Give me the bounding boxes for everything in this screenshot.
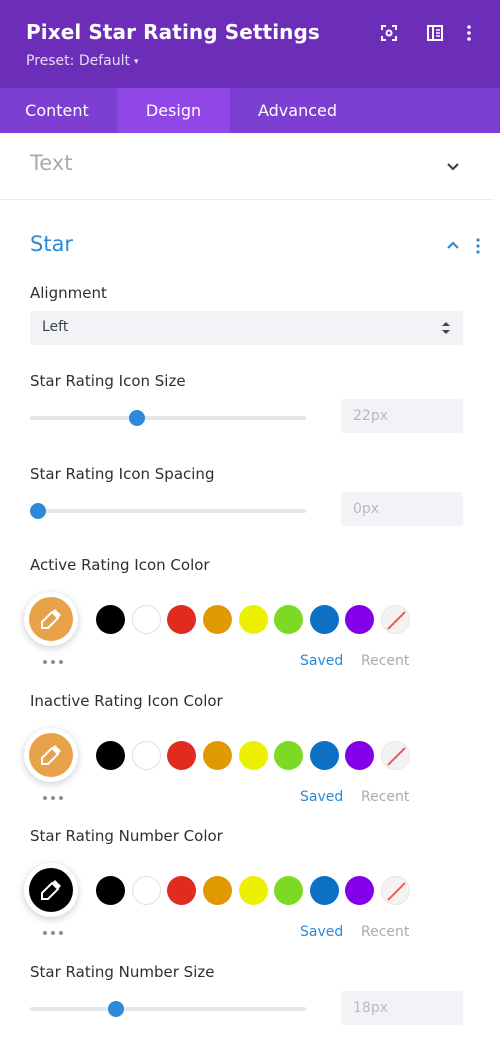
color-swatch[interactable] xyxy=(96,876,125,905)
color-swatch[interactable] xyxy=(203,876,232,905)
number-size-label: Star Rating Number Size xyxy=(30,963,215,981)
swatch-none[interactable] xyxy=(381,605,410,634)
more-vertical-icon[interactable] xyxy=(464,24,474,42)
swatch-none[interactable] xyxy=(381,876,410,905)
number-size-value: 18px xyxy=(353,1000,388,1016)
color-swatch[interactable] xyxy=(310,605,339,634)
eyedropper-icon xyxy=(41,880,61,900)
slider-thumb[interactable] xyxy=(108,1001,124,1017)
color-label: Inactive Rating Icon Color xyxy=(30,692,223,710)
icon-spacing-slider[interactable] xyxy=(30,503,306,519)
color-picker-button[interactable] xyxy=(24,592,78,646)
tab-advanced[interactable]: Advanced xyxy=(230,88,365,133)
section-divider xyxy=(0,199,494,200)
swatch-none[interactable] xyxy=(381,741,410,770)
color-swatch[interactable] xyxy=(310,741,339,770)
icon-spacing-input[interactable]: 0px xyxy=(341,492,463,526)
color-label: Active Rating Icon Color xyxy=(30,556,210,574)
preset-dropdown[interactable]: Preset: Default ▾ xyxy=(26,53,139,69)
color-swatch[interactable] xyxy=(345,876,374,905)
color-swatch[interactable] xyxy=(167,741,196,770)
more-vertical-icon[interactable] xyxy=(472,237,484,255)
no-color-icon xyxy=(387,747,406,766)
saved-colors-link[interactable]: Saved xyxy=(300,789,343,805)
tab-bar: Content Design Advanced xyxy=(0,88,500,133)
recent-colors-link[interactable]: Recent xyxy=(361,924,409,940)
icon-size-slider[interactable] xyxy=(30,410,306,426)
eyedropper-icon xyxy=(41,609,61,629)
color-picker-button[interactable] xyxy=(24,728,78,782)
saved-colors-link[interactable]: Saved xyxy=(300,653,343,669)
number-size-slider[interactable] xyxy=(30,1001,306,1017)
tab-content[interactable]: Content xyxy=(0,88,114,133)
color-swatch[interactable] xyxy=(239,605,268,634)
alignment-select[interactable]: Left xyxy=(30,311,463,345)
select-arrows-icon xyxy=(442,322,450,334)
color-swatch[interactable] xyxy=(167,605,196,634)
chevron-down-icon[interactable] xyxy=(444,157,462,175)
color-swatch[interactable] xyxy=(132,741,161,770)
color-swatch[interactable] xyxy=(239,741,268,770)
icon-size-input[interactable]: 22px xyxy=(341,399,463,433)
more-horizontal-icon[interactable] xyxy=(42,795,64,801)
slider-thumb[interactable] xyxy=(30,503,46,519)
color-swatch[interactable] xyxy=(345,741,374,770)
focus-icon[interactable] xyxy=(380,24,398,42)
color-swatch[interactable] xyxy=(239,876,268,905)
settings-header: Pixel Star Rating Settings Preset: Defau… xyxy=(0,0,500,88)
color-swatch[interactable] xyxy=(203,741,232,770)
icon-size-value: 22px xyxy=(353,408,388,424)
alignment-value: Left xyxy=(42,319,69,335)
color-swatch[interactable] xyxy=(274,876,303,905)
color-swatch[interactable] xyxy=(274,741,303,770)
color-swatch[interactable] xyxy=(132,876,161,905)
preset-label: Preset: Default xyxy=(26,53,130,69)
icon-size-label: Star Rating Icon Size xyxy=(30,372,186,390)
color-picker-button[interactable] xyxy=(24,863,78,917)
sidebar-icon[interactable] xyxy=(426,24,444,42)
color-swatch[interactable] xyxy=(345,605,374,634)
color-swatch[interactable] xyxy=(96,605,125,634)
saved-colors-link[interactable]: Saved xyxy=(300,924,343,940)
more-horizontal-icon[interactable] xyxy=(42,659,64,665)
color-swatch[interactable] xyxy=(167,876,196,905)
section-title-text[interactable]: Text xyxy=(30,151,72,175)
icon-spacing-value: 0px xyxy=(353,501,380,517)
slider-thumb[interactable] xyxy=(128,410,145,426)
icon-spacing-label: Star Rating Icon Spacing xyxy=(30,465,215,483)
color-label: Star Rating Number Color xyxy=(30,827,223,845)
caret-down-icon: ▾ xyxy=(133,57,139,67)
section-title-star[interactable]: Star xyxy=(30,232,73,256)
color-swatch[interactable] xyxy=(132,605,161,634)
alignment-label: Alignment xyxy=(30,284,107,302)
recent-colors-link[interactable]: Recent xyxy=(361,653,409,669)
color-swatch[interactable] xyxy=(310,876,339,905)
more-horizontal-icon[interactable] xyxy=(42,930,64,936)
color-swatch[interactable] xyxy=(96,741,125,770)
recent-colors-link[interactable]: Recent xyxy=(361,789,409,805)
tab-design[interactable]: Design xyxy=(117,88,230,133)
color-swatch[interactable] xyxy=(203,605,232,634)
eyedropper-icon xyxy=(41,745,61,765)
color-swatch[interactable] xyxy=(274,605,303,634)
chevron-up-icon[interactable] xyxy=(444,237,462,255)
no-color-icon xyxy=(387,611,406,630)
number-size-input[interactable]: 18px xyxy=(341,991,463,1025)
modal-title: Pixel Star Rating Settings xyxy=(26,20,320,44)
no-color-icon xyxy=(387,882,406,901)
